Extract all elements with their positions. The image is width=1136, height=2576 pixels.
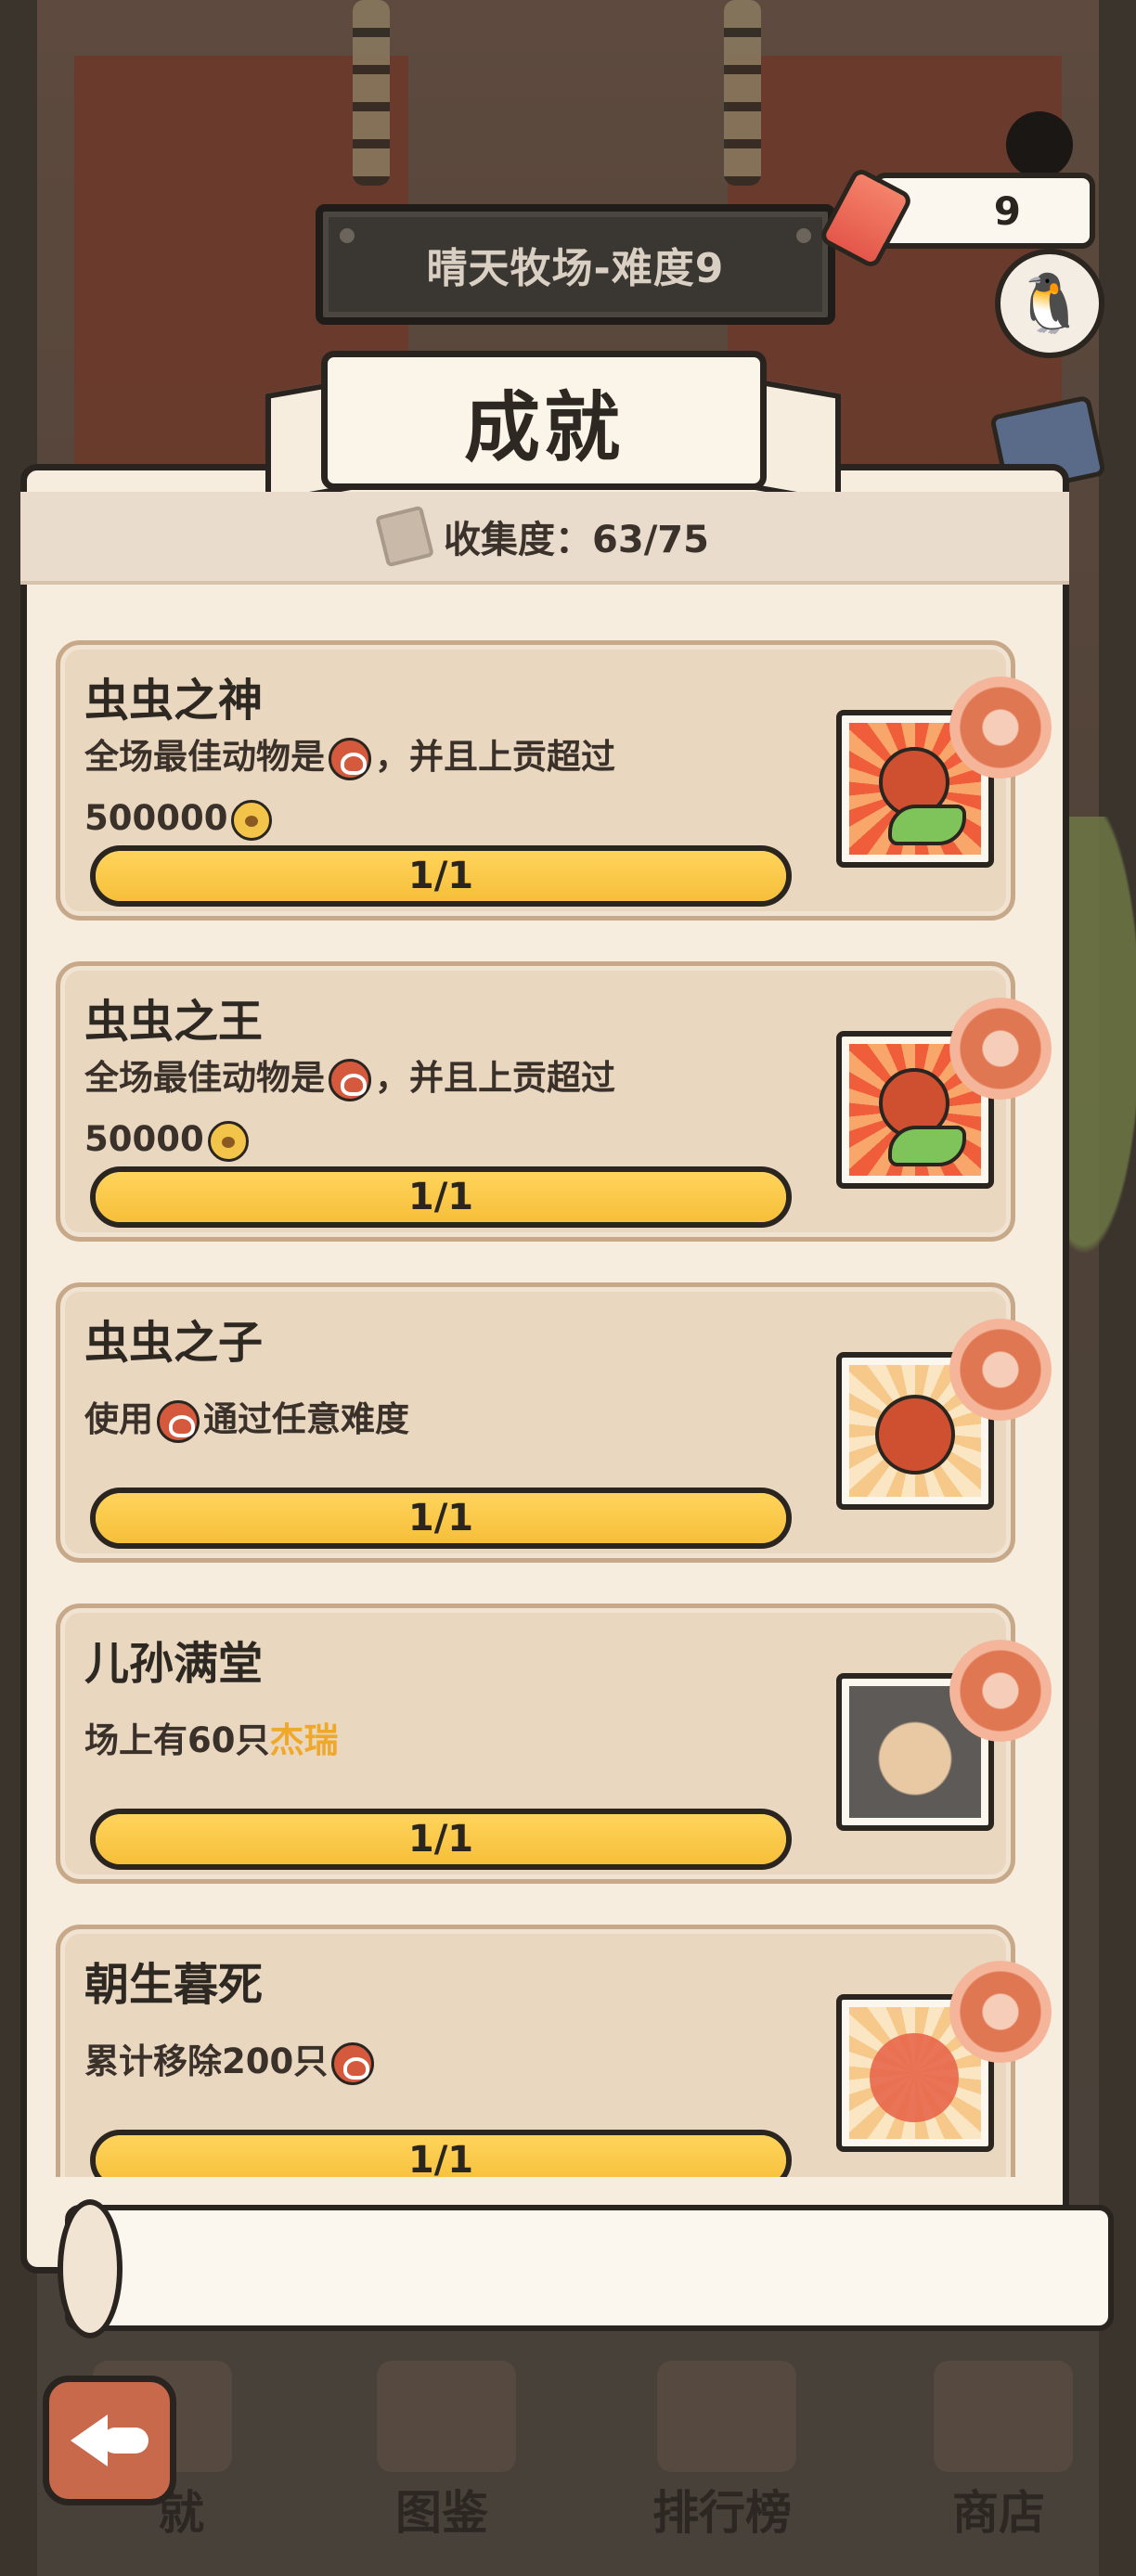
sign-bolt <box>340 228 355 243</box>
collection-nav-icon <box>377 2361 516 2472</box>
achievement-card[interactable]: 虫虫之子 使用 通过任意难度 1/1 <box>56 1282 1052 1563</box>
nav-label: 排行榜 <box>652 2486 792 2540</box>
achievement-description: 累计移除200只 <box>84 2031 818 2093</box>
achievement-title: 虫虫之神 <box>84 675 264 727</box>
paw-coin-icon <box>231 799 273 841</box>
progress-bar: 1/1 <box>90 1488 792 1549</box>
paw-flower-icon <box>949 1319 1052 1421</box>
scroll-curl <box>58 2199 123 2338</box>
achievement-card[interactable]: 虫虫之神 全场最佳动物是 ，并且上贡超过 500000 1/1 <box>56 640 1052 921</box>
achievement-title: 儿孙满堂 <box>84 1638 264 1690</box>
desc-highlight: 杰瑞 <box>269 1720 339 1760</box>
sign-chain-left <box>353 0 390 186</box>
paw-flower-icon <box>949 1961 1052 2063</box>
level-sign: 晴天牧场-难度9 <box>316 204 835 325</box>
sign-chain-right <box>724 0 761 186</box>
achievement-title: 虫虫之子 <box>84 1317 264 1369</box>
desc-text: 累计移除200只 <box>84 2041 329 2081</box>
achievement-card[interactable]: 儿孙满堂 场上有60只杰瑞 1/1 <box>56 1604 1052 1884</box>
paw-flower-icon <box>949 676 1052 779</box>
desc-text: 使用 <box>84 1399 153 1439</box>
nav-item-shop[interactable]: 商店 <box>897 2357 1101 2576</box>
desc-text: 通过任意难度 <box>203 1399 409 1439</box>
nav-item-collection[interactable]: 图鉴 <box>340 2357 544 2576</box>
leaderboard-nav-icon <box>657 2361 796 2472</box>
scroll-bottom-roll <box>65 2205 1114 2331</box>
progress-text: 1/1 <box>407 1497 474 1539</box>
collection-label: 收集度：63/75 <box>444 519 709 561</box>
desc-text: 全场最佳动物是 <box>84 1058 325 1098</box>
sign-bolt <box>796 228 811 243</box>
paw-flower-icon <box>949 1640 1052 1742</box>
paw-coin-icon <box>207 1120 249 1162</box>
collection-progress: 收集度：63/75 <box>20 492 1069 585</box>
desc-text: 场上有60只 <box>84 1720 270 1760</box>
gear-icon[interactable] <box>1006 111 1073 178</box>
hand-icon <box>888 1126 966 1166</box>
achievement-list[interactable]: 虫虫之神 全场最佳动物是 ，并且上贡超过 500000 1/1 虫虫之王 全场最佳… <box>20 612 1069 2177</box>
achievement-description: 全场最佳动物是 ，并且上贡超过 50000 <box>84 1048 818 1170</box>
shop-nav-icon <box>934 2361 1073 2472</box>
paw-flower-icon <box>949 998 1052 1100</box>
panel-title: 成就 <box>463 383 624 472</box>
panel-title-plate: 成就 <box>321 351 767 490</box>
progress-text: 1/1 <box>407 1176 474 1218</box>
back-arrow-icon <box>71 2415 148 2467</box>
nav-item-leaderboard[interactable]: 排行榜 <box>620 2357 824 2576</box>
nav-label: 图鉴 <box>395 2486 488 2540</box>
bug-icon <box>329 737 371 780</box>
achievement-description: 场上有60只杰瑞 <box>84 1710 818 1771</box>
progress-bar: 1/1 <box>90 1166 792 1228</box>
achievement-card[interactable]: 虫虫之王 全场最佳动物是 ，并且上贡超过 50000 1/1 <box>56 961 1052 1242</box>
achievement-card[interactable]: 朝生暮死 累计移除200只 1/1 <box>56 1925 1052 2177</box>
nav-label: 商店 <box>952 2486 1045 2540</box>
progress-bar: 1/1 <box>90 2130 792 2177</box>
hand-icon <box>888 805 966 845</box>
achievement-title: 朝生暮死 <box>84 1959 264 2011</box>
achievement-title: 虫虫之王 <box>84 996 264 1048</box>
bug-icon <box>331 2041 375 2085</box>
back-button[interactable] <box>43 2376 176 2505</box>
ticket-count: 9 <box>993 187 1021 234</box>
progress-text: 1/1 <box>407 855 474 897</box>
desc-text: ，并且上贡超过 <box>375 1058 615 1098</box>
bug-icon <box>157 1399 200 1443</box>
desc-amount: 500000 <box>84 798 228 838</box>
progress-bar: 1/1 <box>90 845 792 907</box>
book-icon <box>375 505 435 568</box>
desc-amount: 50000 <box>84 1119 204 1159</box>
level-label: 晴天牧场-难度9 <box>426 245 725 292</box>
achievement-description: 使用 通过任意难度 <box>84 1389 818 1450</box>
cross-icon <box>870 2033 959 2122</box>
desc-text: 全场最佳动物是 <box>84 737 325 777</box>
progress-text: 1/1 <box>407 2139 474 2177</box>
penguin-avatar-icon[interactable]: 🐧 <box>995 249 1104 358</box>
bug-icon <box>875 1395 955 1475</box>
desc-text: ，并且上贡超过 <box>375 737 615 777</box>
progress-text: 1/1 <box>407 1818 474 1861</box>
bug-icon <box>329 1058 371 1101</box>
achievement-description: 全场最佳动物是 ，并且上贡超过 500000 <box>84 727 818 849</box>
progress-bar: 1/1 <box>90 1809 792 1870</box>
